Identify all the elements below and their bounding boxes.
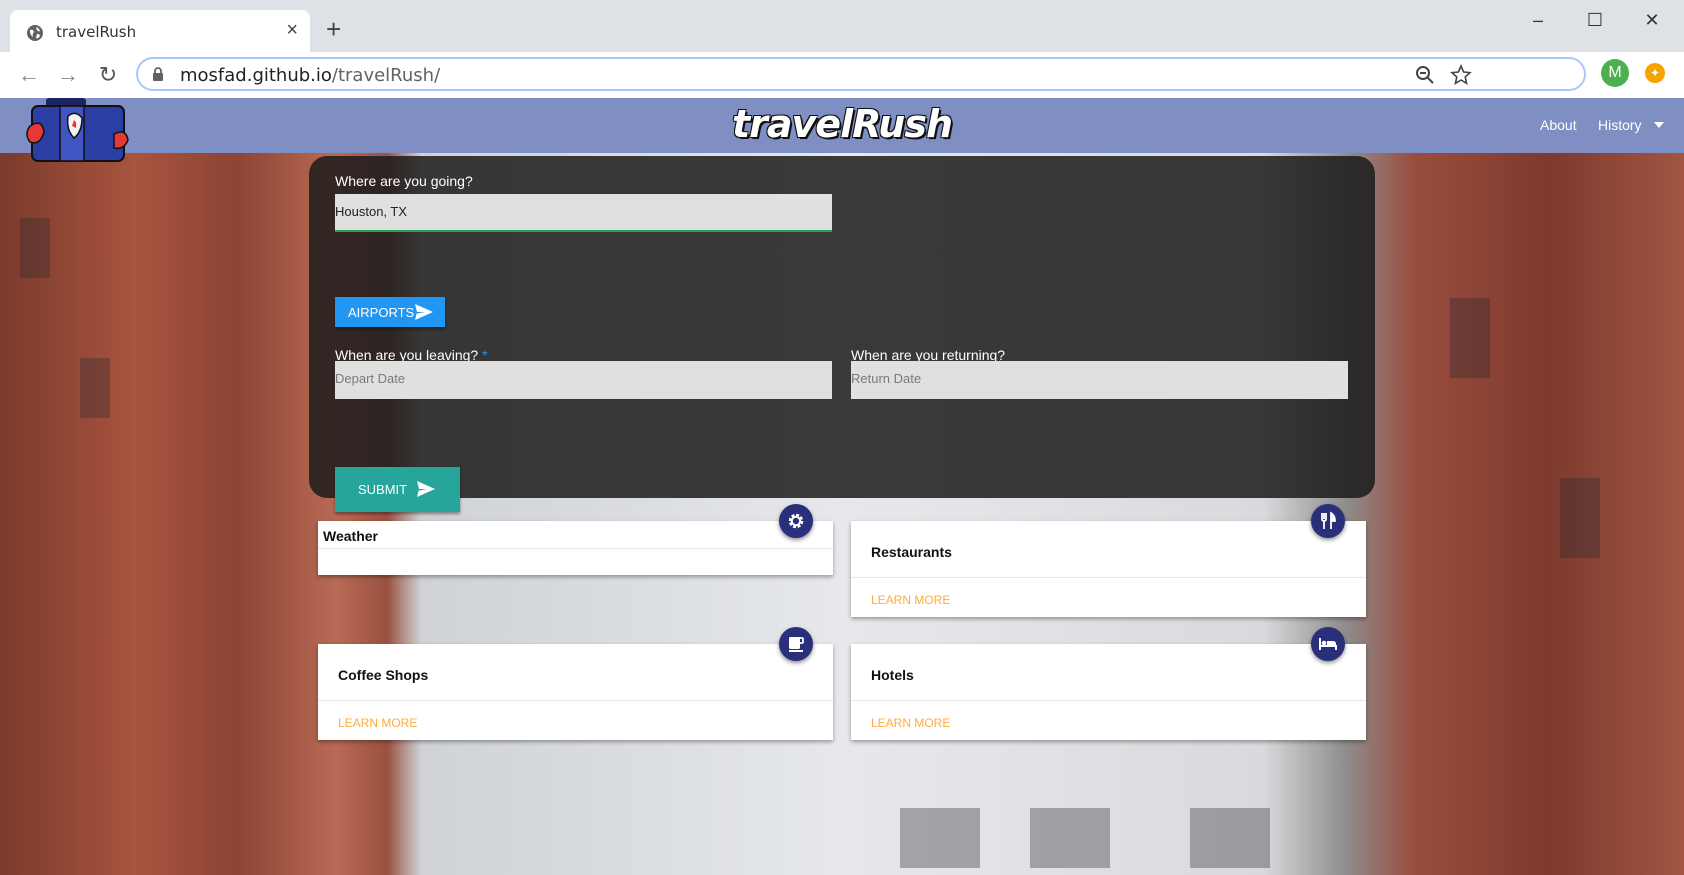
hotel-icon	[1319, 638, 1337, 650]
brand-title[interactable]: travelRush	[0, 102, 1684, 146]
restaurant-icon	[1321, 511, 1336, 529]
forward-icon[interactable]: →	[55, 62, 81, 88]
card-divider	[851, 577, 1366, 578]
gear-icon	[788, 513, 804, 529]
url-path: /travelRush/	[331, 65, 441, 86]
coffee-shops-fab[interactable]	[779, 627, 813, 661]
back-icon[interactable]: ←	[16, 62, 42, 88]
minimize-icon[interactable]: –	[1528, 10, 1548, 31]
destination-input[interactable]: Houston, TX	[335, 194, 832, 232]
hotels-fab[interactable]	[1311, 627, 1345, 661]
search-panel: Where are you going? Houston, TX AIRPORT…	[309, 156, 1375, 512]
restaurants-fab[interactable]	[1311, 504, 1345, 538]
reload-icon[interactable]: ↻	[95, 62, 121, 88]
profile-avatar[interactable]: M	[1601, 59, 1629, 87]
tab-strip: travelRush × + – ☐ ✕	[0, 0, 1684, 52]
coffee-shops-card: Coffee Shops LEARN MORE	[318, 644, 833, 740]
tab-title: travelRush	[56, 23, 137, 41]
airports-button-label: AIRPORTS	[348, 305, 415, 320]
weather-card: Weather	[318, 521, 833, 575]
return-date-placeholder: Return Date	[851, 371, 922, 386]
window-close-icon[interactable]: ✕	[1642, 10, 1662, 31]
maximize-icon[interactable]: ☐	[1585, 10, 1605, 31]
browser-toolbar: ← → ↻ mosfad.github.io/travelRush/ M ✦	[0, 52, 1684, 98]
background-photo-detail	[80, 358, 110, 418]
learn-more-link[interactable]: LEARN MORE	[338, 716, 417, 730]
airports-button[interactable]: AIRPORTS	[335, 297, 445, 327]
send-icon	[417, 481, 435, 497]
background-photo-detail	[20, 218, 50, 278]
globe-icon	[27, 25, 43, 41]
learn-more-link[interactable]: LEARN MORE	[871, 593, 950, 607]
new-tab-button[interactable]: +	[326, 16, 341, 42]
card-title: Coffee Shops	[338, 667, 429, 683]
background-photo-detail	[900, 808, 980, 868]
card-title: Restaurants	[871, 544, 952, 560]
send-icon	[415, 304, 433, 320]
zoom-icon[interactable]	[1414, 64, 1436, 86]
browser-tab[interactable]: travelRush ×	[10, 10, 310, 52]
card-title: Weather	[323, 528, 378, 544]
address-bar[interactable]: mosfad.github.io/travelRush/	[136, 57, 1586, 91]
card-divider	[851, 700, 1366, 701]
lock-icon	[153, 67, 163, 81]
return-date-input[interactable]: Return Date	[851, 361, 1348, 399]
background-photo-detail	[1450, 298, 1490, 378]
destination-label: Where are you going?	[335, 173, 473, 189]
page-viewport: About History travelRush Where are you g…	[0, 98, 1684, 875]
weather-fab[interactable]	[779, 504, 813, 538]
submit-button-label: SUBMIT	[358, 482, 408, 497]
background-photo-detail	[1030, 808, 1110, 868]
url-host: mosfad.github.io	[180, 65, 332, 86]
background-photo-detail	[1560, 478, 1600, 558]
destination-value: Houston, TX	[335, 204, 408, 219]
card-divider	[318, 700, 833, 701]
card-title: Hotels	[871, 667, 914, 683]
learn-more-link[interactable]: LEARN MORE	[871, 716, 950, 730]
url-text: mosfad.github.io/travelRush/	[180, 65, 440, 86]
hotels-card: Hotels LEARN MORE	[851, 644, 1366, 740]
tab-close-icon[interactable]: ×	[286, 20, 298, 40]
card-divider	[318, 548, 833, 549]
restaurants-card: Restaurants LEARN MORE	[851, 521, 1366, 617]
extension-icon[interactable]: ✦	[1645, 63, 1665, 83]
submit-button[interactable]: SUBMIT	[335, 467, 460, 512]
coffee-icon	[789, 637, 804, 652]
background-photo-detail	[1190, 808, 1270, 868]
depart-date-input[interactable]: Depart Date	[335, 361, 832, 399]
depart-date-placeholder: Depart Date	[335, 371, 406, 386]
bookmark-star-icon[interactable]	[1450, 64, 1472, 86]
